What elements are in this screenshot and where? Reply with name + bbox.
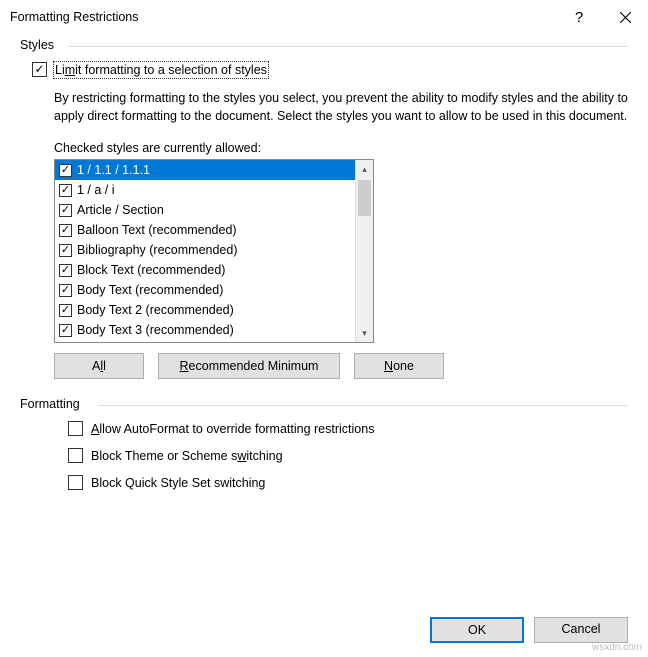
list-item[interactable]: Block Text (recommended) <box>55 260 355 280</box>
list-item[interactable]: Body Text 3 (recommended) <box>55 320 355 340</box>
styles-listbox-inner[interactable]: 1 / 1.1 / 1.1.1 1 / a / i Article / Sectio… <box>55 160 355 342</box>
limit-formatting-checkbox[interactable] <box>32 62 47 77</box>
allow-autoformat-label: Allow AutoFormat to override formatting … <box>91 422 374 436</box>
block-theme-label: Block Theme or Scheme switching <box>91 449 283 463</box>
list-item-checkbox[interactable] <box>59 304 72 317</box>
list-item-label: Body Text 3 (recommended) <box>77 323 234 337</box>
none-button[interactable]: None <box>354 353 444 379</box>
cancel-button[interactable]: Cancel <box>534 617 628 643</box>
block-theme-checkbox[interactable] <box>68 448 83 463</box>
close-button[interactable] <box>602 0 648 34</box>
dialog-title: Formatting Restrictions <box>10 10 556 24</box>
all-button[interactable]: All <box>54 353 144 379</box>
list-item-checkbox[interactable] <box>59 284 72 297</box>
list-item-label: Balloon Text (recommended) <box>77 223 237 237</box>
help-button[interactable]: ? <box>556 0 602 34</box>
list-item-label: 1 / a / i <box>77 183 115 197</box>
list-item-checkbox[interactable] <box>59 204 72 217</box>
scroll-up-button[interactable]: ▴ <box>356 160 373 178</box>
list-item-label: 1 / 1.1 / 1.1.1 <box>77 163 150 177</box>
list-item[interactable]: Body Text 2 (recommended) <box>55 300 355 320</box>
ok-button[interactable]: OK <box>430 617 524 643</box>
limit-formatting-checkbox-row[interactable]: Limit formatting to a selection of style… <box>32 62 628 77</box>
list-item-checkbox[interactable] <box>59 184 72 197</box>
list-item-label: Block Text (recommended) <box>77 263 225 277</box>
dialog-content: Styles Limit formatting to a selection o… <box>0 34 648 512</box>
limit-formatting-label: Limit formatting to a selection of style… <box>55 63 267 77</box>
restriction-description: By restricting formatting to the styles … <box>54 89 628 125</box>
titlebar: Formatting Restrictions ? <box>0 0 648 34</box>
recommended-button[interactable]: Recommended Minimum <box>158 353 340 379</box>
list-item-checkbox[interactable] <box>59 244 72 257</box>
block-quickstyle-label: Block Quick Style Set switching <box>91 476 265 490</box>
styles-group-label: Styles <box>20 38 628 52</box>
dialog-footer: OK Cancel <box>430 617 628 643</box>
allow-autoformat-checkbox[interactable] <box>68 421 83 436</box>
scroll-thumb[interactable] <box>358 180 371 216</box>
list-item[interactable]: Bibliography (recommended) <box>55 240 355 260</box>
close-icon <box>620 12 631 23</box>
block-quickstyle-row[interactable]: Block Quick Style Set switching <box>68 475 628 490</box>
list-item[interactable]: Article / Section <box>55 200 355 220</box>
list-item-label: Body Text 2 (recommended) <box>77 303 234 317</box>
list-item[interactable]: 1 / 1.1 / 1.1.1 <box>55 160 355 180</box>
allow-autoformat-row[interactable]: Allow AutoFormat to override formatting … <box>68 421 628 436</box>
list-item-checkbox[interactable] <box>59 164 72 177</box>
watermark: wsxdn.com <box>592 642 642 653</box>
styles-listbox[interactable]: 1 / 1.1 / 1.1.1 1 / a / i Article / Sectio… <box>54 159 374 343</box>
list-item-label: Body Text (recommended) <box>77 283 223 297</box>
list-item-checkbox[interactable] <box>59 324 72 337</box>
scroll-down-button[interactable]: ▾ <box>356 324 373 342</box>
formatting-group-label: Formatting <box>20 397 628 411</box>
list-item[interactable]: 1 / a / i <box>55 180 355 200</box>
list-item-checkbox[interactable] <box>59 264 72 277</box>
list-item[interactable]: Body Text (recommended) <box>55 280 355 300</box>
list-item-label: Bibliography (recommended) <box>77 243 238 257</box>
block-theme-row[interactable]: Block Theme or Scheme switching <box>68 448 628 463</box>
list-item-checkbox[interactable] <box>59 224 72 237</box>
selection-buttons: All Recommended Minimum None <box>54 353 628 379</box>
list-item[interactable]: Balloon Text (recommended) <box>55 220 355 240</box>
scrollbar[interactable]: ▴ ▾ <box>355 160 373 342</box>
list-item-label: Article / Section <box>77 203 164 217</box>
checked-styles-label: Checked styles are currently allowed: <box>54 141 628 155</box>
block-quickstyle-checkbox[interactable] <box>68 475 83 490</box>
